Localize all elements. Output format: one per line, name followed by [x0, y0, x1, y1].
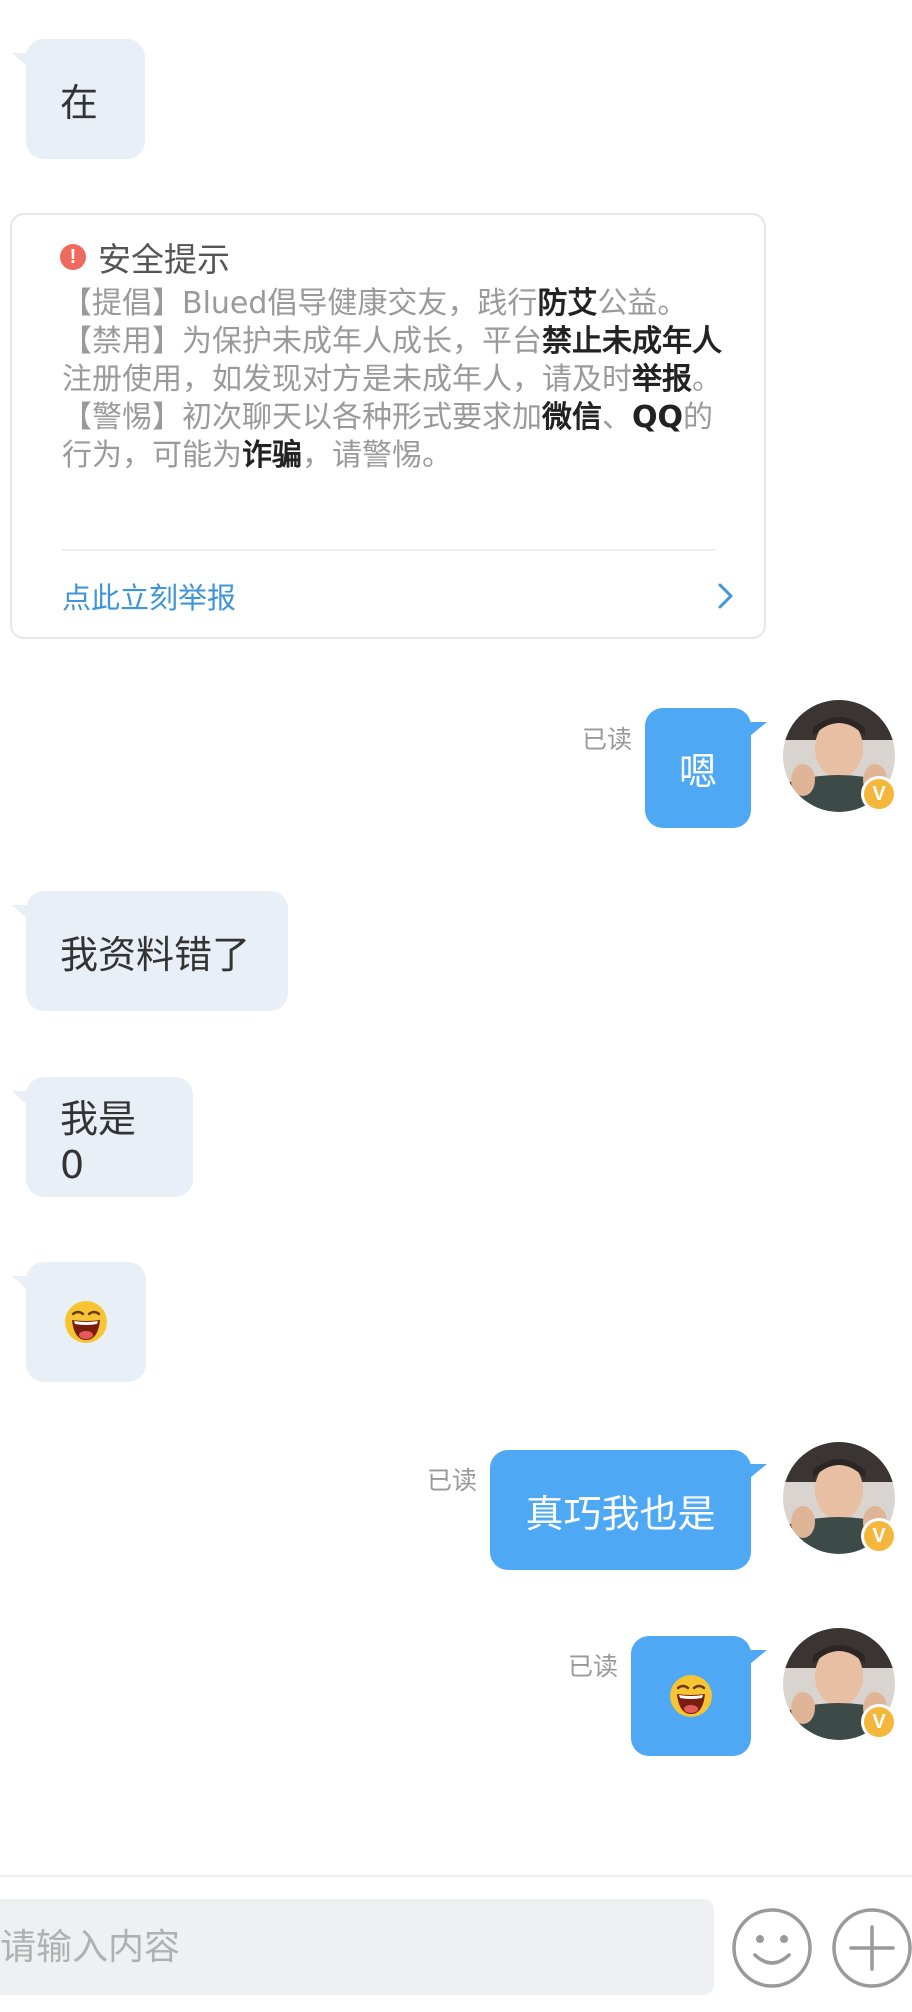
warning-icon: ! [60, 244, 86, 270]
incoming-message-bubble[interactable]: 我是0 [12, 1077, 193, 1197]
safety-tips-card: ! 安全提示 【提倡】Blued倡导健康交友，践行防艾公益。 【禁用】为保护未成… [10, 213, 766, 639]
avatar[interactable]: V [783, 1442, 897, 1554]
outgoing-message-bubble[interactable] [631, 1636, 767, 1756]
add-plus-icon[interactable] [831, 1907, 912, 1989]
emoji-smiley-icon[interactable] [731, 1907, 813, 1989]
safety-tips-body: 【提倡】Blued倡导健康交友，践行防艾公益。 【禁用】为保护未成年人成长，平台… [62, 285, 732, 475]
grinning-face-emoji-icon [65, 1301, 107, 1343]
report-now-link[interactable]: 点此立刻举报 [62, 575, 236, 617]
safety-line-prohibit: 【禁用】为保护未成年人成长，平台禁止未成年人注册使用，如发现对方是未成年人，请及… [62, 324, 722, 397]
grinning-face-emoji-icon [670, 1675, 712, 1717]
message-text: 真巧我也是 [525, 1491, 716, 1536]
outgoing-message-bubble[interactable]: 嗯 [645, 708, 767, 828]
avatar[interactable]: V [783, 1628, 897, 1740]
divider [62, 549, 716, 551]
verified-badge-icon: V [861, 1518, 897, 1554]
incoming-message-bubble[interactable] [12, 1262, 146, 1382]
message-text: 嗯 [679, 749, 718, 794]
message-text: 我资料错了 [60, 932, 251, 977]
read-status: 已读 [427, 1466, 478, 1495]
verified-badge-icon: V [861, 1704, 897, 1740]
safety-tips-title: 安全提示 [98, 240, 230, 279]
avatar[interactable]: V [783, 700, 897, 812]
verified-badge-icon: V [861, 776, 897, 812]
safety-line-promote: 【提倡】Blued倡导健康交友，践行防艾公益。 [62, 286, 688, 321]
message-text: 我是0 [60, 1096, 137, 1187]
read-status: 已读 [568, 1652, 619, 1681]
chevron-right-icon[interactable] [710, 581, 740, 611]
chat-screen: 在 ! 安全提示 【提倡】Blued倡导健康交友，践行防艾公益。 【禁用】为保护… [0, 0, 912, 2012]
message-input[interactable] [0, 1899, 714, 1995]
message-text: 在 [60, 80, 99, 125]
outgoing-message-bubble[interactable]: 真巧我也是 [490, 1450, 767, 1570]
read-status: 已读 [582, 725, 633, 754]
incoming-message-bubble[interactable]: 我资料错了 [12, 891, 288, 1011]
incoming-message-bubble[interactable]: 在 [12, 39, 145, 159]
safety-tips-header: ! 安全提示 [60, 233, 230, 281]
message-input-bar [0, 1875, 912, 2012]
safety-line-warn: 【警惕】初次聊天以各种形式要求加微信、QQ的行为，可能为诈骗，请警惕。 [62, 400, 714, 473]
